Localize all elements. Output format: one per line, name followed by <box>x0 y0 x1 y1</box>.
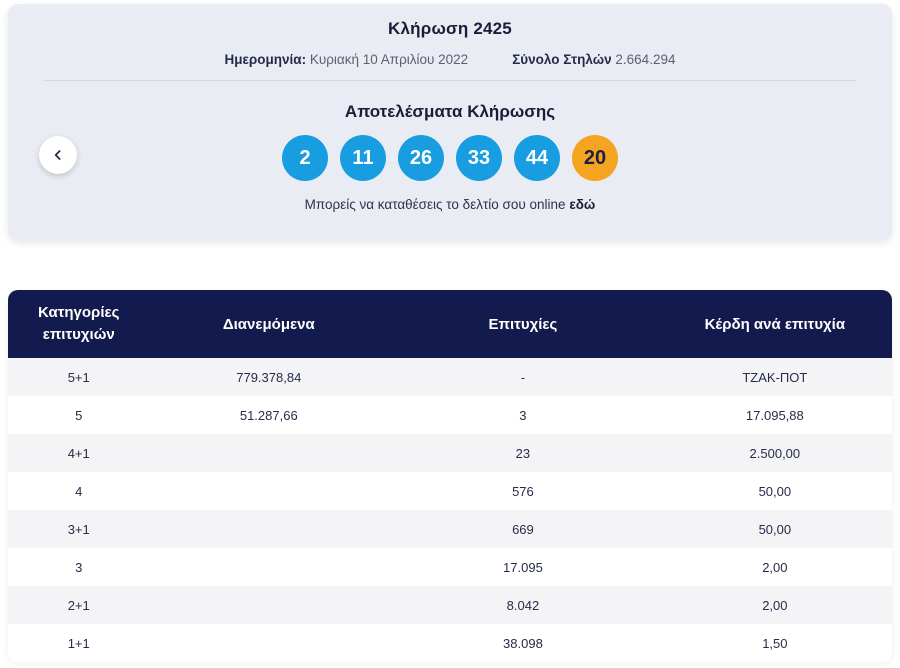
column-header-prize: Κέρδη ανά επιτυχία <box>704 315 846 333</box>
winners-cell: - <box>520 369 526 385</box>
prize-cell: 2.500,00 <box>749 445 801 461</box>
winners-cell: 576 <box>512 483 534 499</box>
page: Κλήρωση 2425 Ημερομηνία: Κυριακή 10 Απρι… <box>0 4 900 662</box>
table-row: 4+1 23 2.500,00 <box>8 434 892 472</box>
winners-cell: 38.098 <box>503 635 543 651</box>
table-row: 3 17.095 2,00 <box>8 548 892 586</box>
total-columns: Σύνολο Στηλών 2.664.294 <box>512 52 675 67</box>
winners-cell: 669 <box>512 521 534 537</box>
column-header-distributed: Διανεμόμενα <box>222 315 315 333</box>
prize-cell: 50,00 <box>758 483 792 499</box>
table-row: 5 51.287,66 3 17.095,88 <box>8 396 892 434</box>
category-cell: 5+1 <box>67 369 90 385</box>
category-cell: 3 <box>75 559 83 575</box>
deposit-here-link[interactable]: εδώ <box>569 197 595 212</box>
winners-cell: 3 <box>519 407 527 423</box>
total-columns-label: Σύνολο Στηλών <box>512 52 612 67</box>
date-label: Ημερομηνία: <box>224 52 307 67</box>
winning-number-ball: 11 <box>340 135 386 181</box>
winning-number-ball: 33 <box>456 135 502 181</box>
table-row: 5+1 779.378,84 - ΤΖΑΚ-ΠΟΤ <box>8 358 892 396</box>
category-cell: 4+1 <box>67 445 90 461</box>
draw-results-card: Κλήρωση 2425 Ημερομηνία: Κυριακή 10 Απρι… <box>8 4 892 240</box>
prize-table-header: Κατηγορίες επιτυχιών Διανεμόμενα Επιτυχί… <box>8 290 892 358</box>
prize-cell: 2,00 <box>762 559 788 575</box>
winning-number-ball: 26 <box>398 135 444 181</box>
total-columns-value: 2.664.294 <box>615 52 676 67</box>
draw-title: Κλήρωση 2425 <box>388 19 512 38</box>
winners-cell: 23 <box>515 445 531 461</box>
category-cell: 4 <box>75 483 83 499</box>
deposit-note: Μπορείς να καταθέσεις το δελτίο σου onli… <box>8 197 892 212</box>
table-row: 1+1 38.098 1,50 <box>8 624 892 662</box>
table-row: 2+1 8.042 2,00 <box>8 586 892 624</box>
table-row: 3+1 669 50,00 <box>8 510 892 548</box>
divider <box>43 80 857 81</box>
deposit-text: Μπορείς να καταθέσεις το δελτίο σου onli… <box>304 197 566 212</box>
winning-numbers: 2 11 26 33 44 20 <box>8 135 892 181</box>
prize-cell: 50,00 <box>758 521 792 537</box>
previous-draw-button[interactable] <box>39 136 77 174</box>
distributed-cell: 779.378,84 <box>236 369 302 385</box>
draw-date: Ημερομηνία: Κυριακή 10 Απριλίου 2022 <box>225 52 469 67</box>
bonus-number-ball: 20 <box>572 135 618 181</box>
chevron-left-icon <box>50 147 66 163</box>
column-header-winners: Επιτυχίες <box>488 315 558 333</box>
winning-number-ball: 44 <box>514 135 560 181</box>
winning-number-ball: 2 <box>282 135 328 181</box>
prize-cell: 1,50 <box>762 635 788 651</box>
table-row: 4 576 50,00 <box>8 472 892 510</box>
column-header-categories: Κατηγορίες επιτυχιών <box>37 303 120 344</box>
prize-table: Κατηγορίες επιτυχιών Διανεμόμενα Επιτυχί… <box>8 290 892 662</box>
prize-cell: ΤΖΑΚ-ΠΟΤ <box>742 369 808 385</box>
prize-cell: 17.095,88 <box>745 407 804 423</box>
date-value: Κυριακή 10 Απριλίου 2022 <box>309 52 469 67</box>
draw-meta: Ημερομηνία: Κυριακή 10 Απριλίου 2022 Σύν… <box>8 52 892 67</box>
results-title: Αποτελέσματα Κλήρωσης <box>344 102 556 121</box>
winners-cell: 17.095 <box>503 559 543 575</box>
category-cell: 1+1 <box>67 635 90 651</box>
winners-cell: 8.042 <box>506 597 540 613</box>
distributed-cell: 51.287,66 <box>239 407 298 423</box>
category-cell: 2+1 <box>67 597 90 613</box>
prize-cell: 2,00 <box>762 597 788 613</box>
category-cell: 5 <box>75 407 83 423</box>
category-cell: 3+1 <box>67 521 90 537</box>
